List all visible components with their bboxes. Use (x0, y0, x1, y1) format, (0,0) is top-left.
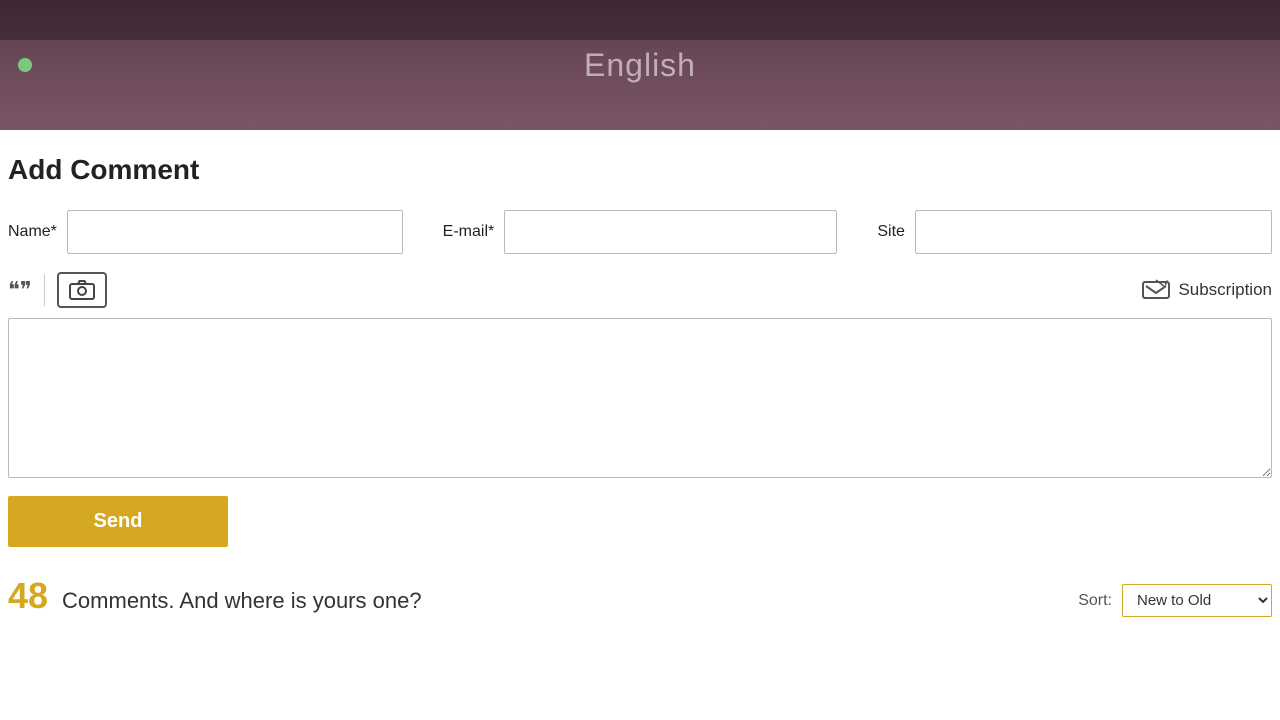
name-input[interactable] (67, 210, 403, 254)
header-title: English (584, 47, 696, 84)
site-input[interactable] (915, 210, 1272, 254)
sort-label: Sort: (1078, 592, 1112, 610)
subscription-button[interactable]: Subscription (1142, 278, 1272, 302)
email-field-group: E-mail* (443, 210, 838, 254)
comments-count: 48 (8, 575, 48, 617)
send-button[interactable]: Send (8, 496, 228, 547)
toolbar-divider (44, 274, 46, 306)
name-label: Name* (8, 223, 57, 241)
header-banner: English (0, 0, 1280, 130)
comment-textarea[interactable] (8, 318, 1272, 478)
quote-icon[interactable]: ❝❞ (8, 277, 32, 303)
email-label: E-mail* (443, 223, 495, 241)
name-field-group: Name* (8, 210, 403, 254)
toolbar-left: ❝❞ (8, 272, 107, 308)
site-field-group: Site (877, 210, 1272, 254)
comments-count-row: 48 Comments. And where is yours one? (8, 575, 422, 617)
sort-select[interactable]: New to Old Old to New Most Liked (1122, 584, 1272, 617)
comments-footer: 48 Comments. And where is yours one? Sor… (8, 575, 1272, 627)
camera-button[interactable] (57, 272, 107, 308)
camera-icon (69, 279, 95, 301)
subscription-label: Subscription (1178, 280, 1272, 300)
email-input[interactable] (504, 210, 837, 254)
add-comment-title: Add Comment (8, 154, 1272, 186)
main-content: Add Comment Name* E-mail* Site ❝❞ (0, 130, 1280, 651)
comments-label: Comments. And where is yours one? (62, 588, 422, 614)
form-fields-row: Name* E-mail* Site (8, 210, 1272, 254)
site-label: Site (877, 223, 905, 241)
subscription-icon (1142, 278, 1170, 302)
green-dot-indicator (18, 58, 32, 72)
sort-row: Sort: New to Old Old to New Most Liked (1078, 584, 1272, 617)
toolbar-row: ❝❞ Subscription (8, 272, 1272, 308)
